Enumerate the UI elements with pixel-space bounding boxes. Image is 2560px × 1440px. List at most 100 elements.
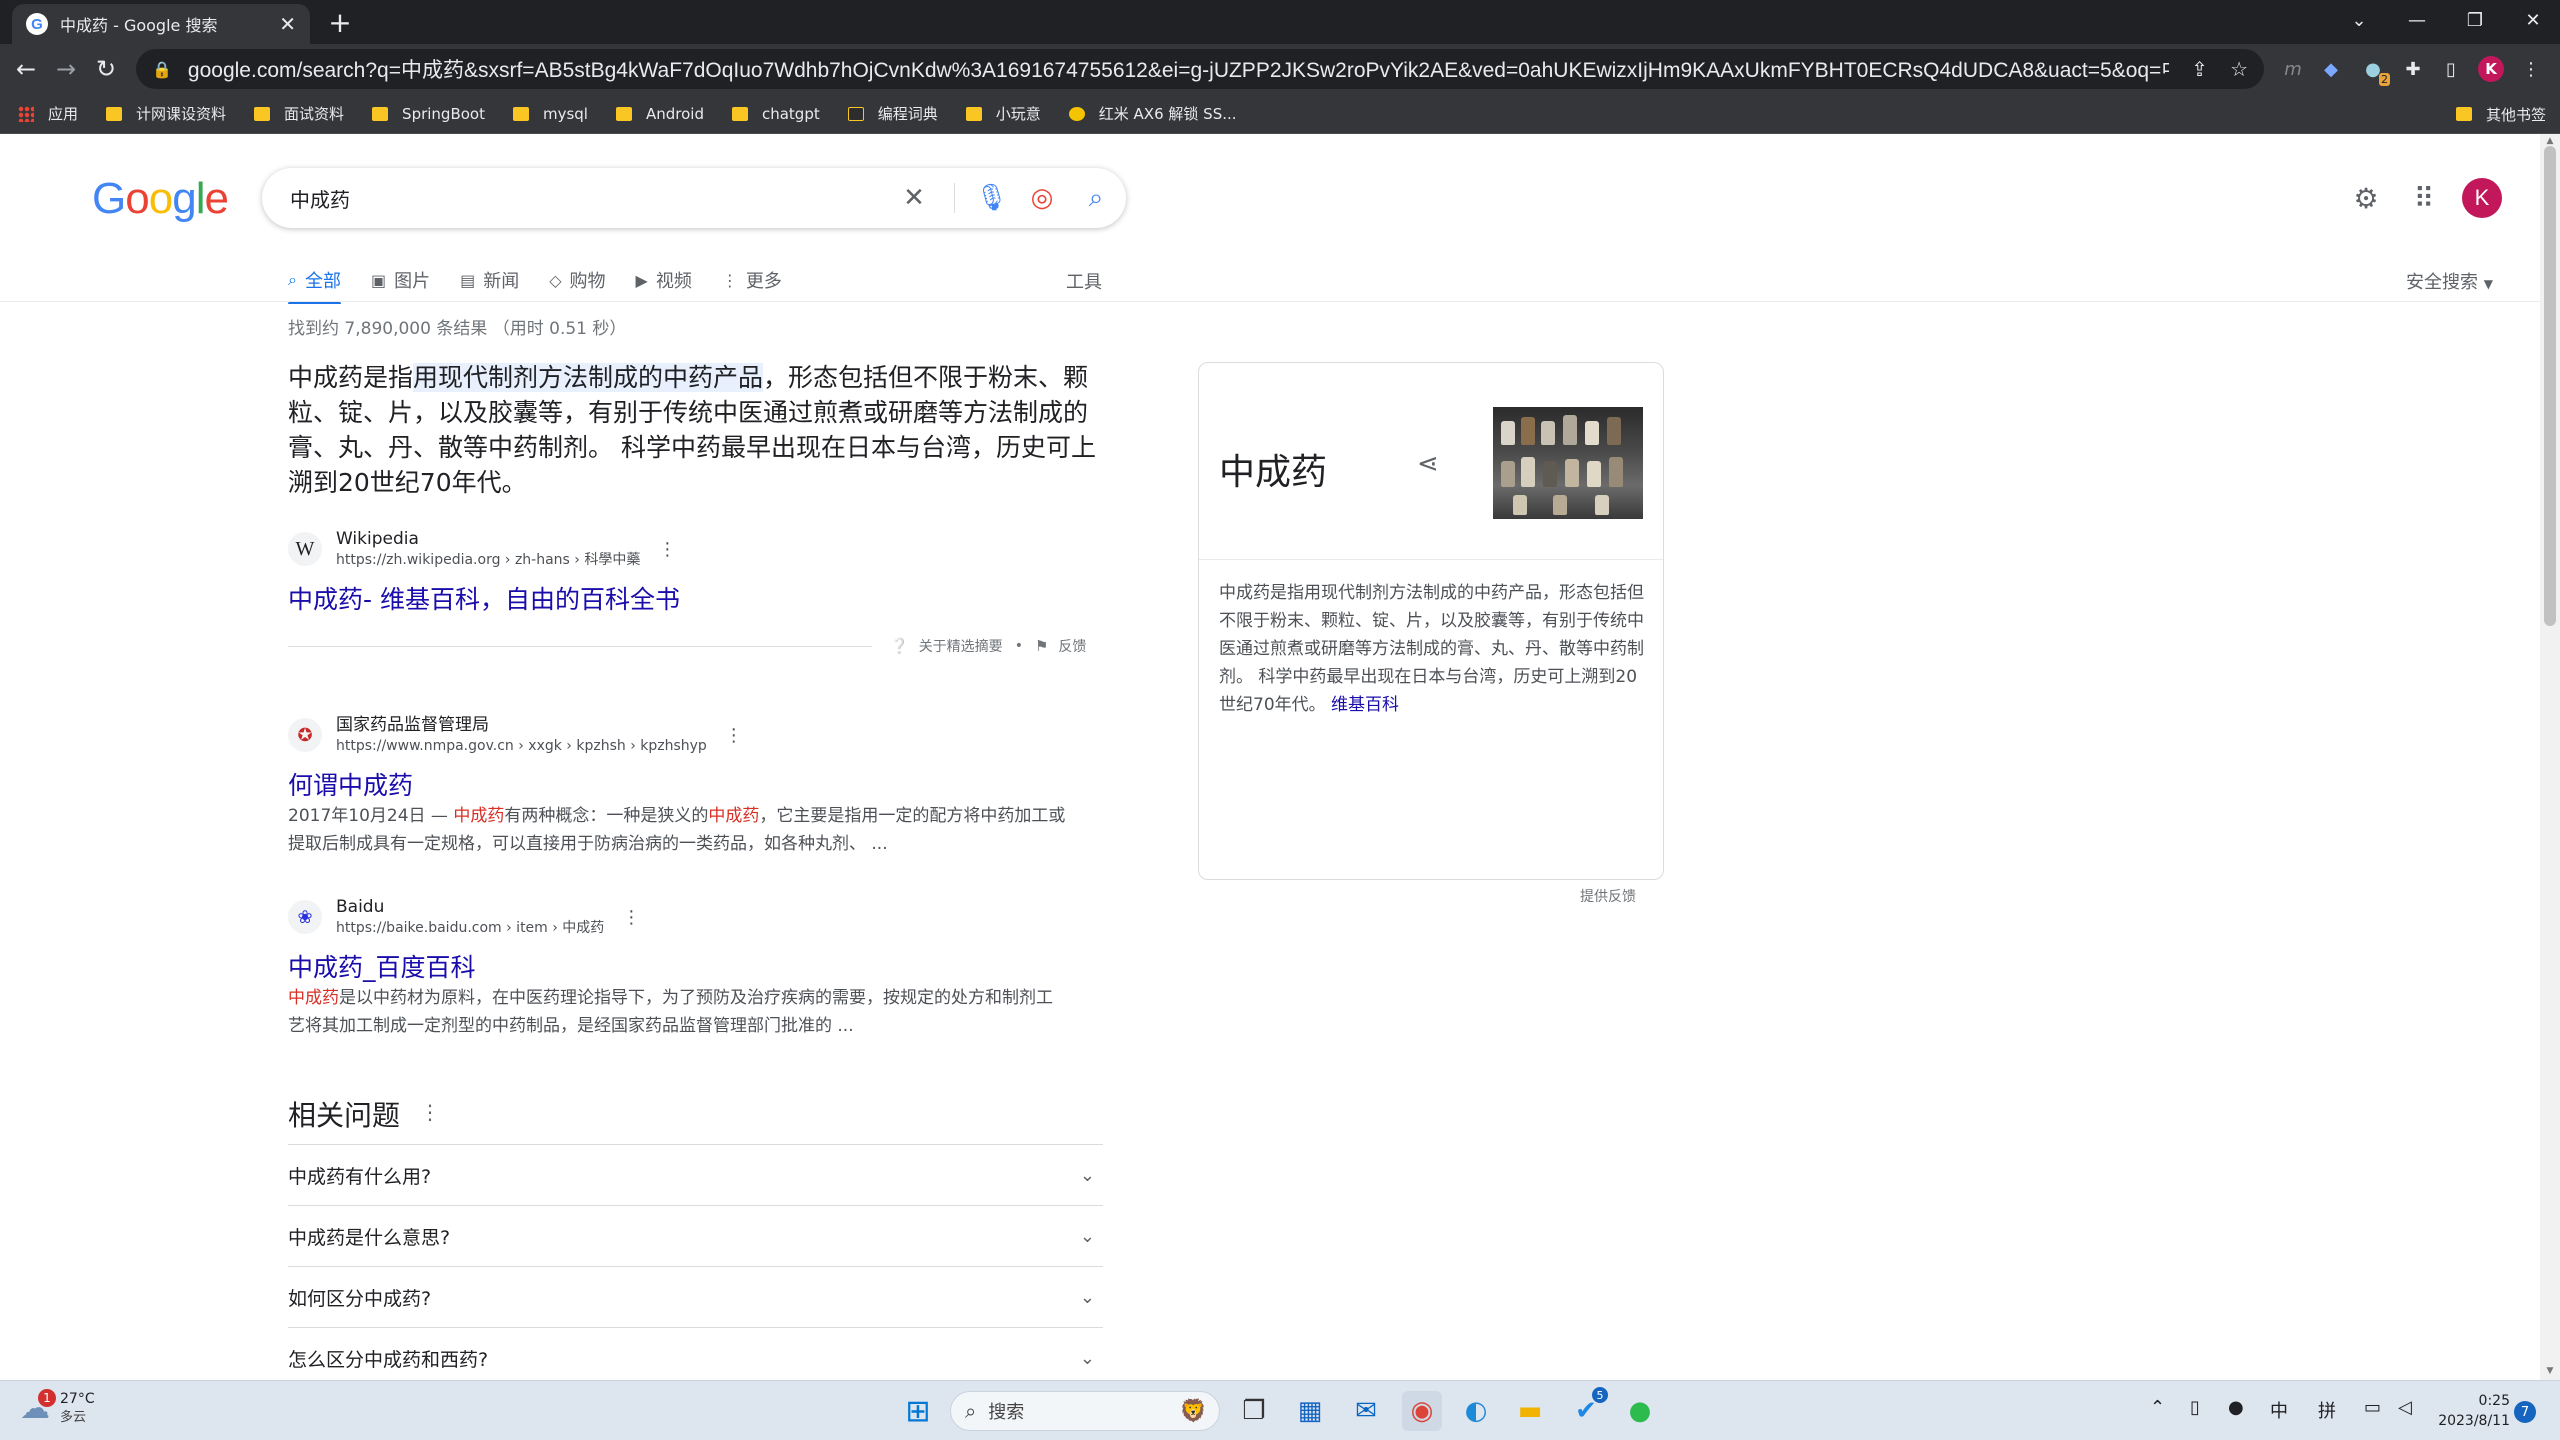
extension-shield-icon[interactable]: ◆ [2318, 56, 2344, 82]
wechat-icon[interactable]: ● [1620, 1391, 1660, 1431]
browser-menu-icon[interactable]: ⋮ [2518, 56, 2544, 82]
scroll-down-icon[interactable]: ▼ [2540, 1366, 2560, 1378]
edge-icon[interactable]: ◐ [1456, 1391, 1496, 1431]
network-icon[interactable]: ▭ [2364, 1397, 2381, 1418]
clear-icon[interactable]: ✕ [900, 183, 928, 213]
scrollbar-thumb[interactable] [2544, 146, 2556, 626]
google-apps-icon[interactable]: ⠿ [2404, 178, 2444, 218]
search-icon[interactable]: ⌕ [1082, 183, 1110, 214]
google-logo[interactable]: Google [92, 174, 229, 224]
store-icon[interactable]: ▦ [1290, 1391, 1330, 1431]
profile-avatar[interactable]: K [2478, 56, 2504, 82]
minimize-icon[interactable]: — [2388, 0, 2446, 40]
bookmark-folder[interactable]: chatgpt [731, 105, 820, 123]
lens-icon[interactable]: ◎ [1028, 183, 1056, 213]
extensions-puzzle-icon[interactable]: ✚ [2400, 56, 2426, 82]
extension-translate-icon[interactable]: ● 2 [2360, 56, 2390, 86]
tab-close-icon[interactable]: ✕ [279, 12, 296, 36]
bookmark-folder[interactable]: SpringBoot [372, 105, 485, 123]
file-explorer-icon[interactable]: ▬ [1510, 1391, 1550, 1431]
related-question[interactable]: 如何区分中成药? ⌄ [288, 1266, 1103, 1327]
lock-icon[interactable]: 🔒 [152, 60, 172, 79]
new-tab-button[interactable]: + [322, 4, 358, 40]
tray-overflow-icon[interactable]: ⌃ [2150, 1397, 2165, 1418]
tab-shopping[interactable]: ◇ 购物 [549, 260, 605, 300]
baidu-paw-icon: ❀ [288, 900, 322, 934]
forward-icon[interactable]: → [48, 51, 84, 87]
related-question[interactable]: 中成药有什么用? ⌄ [288, 1144, 1103, 1205]
restore-icon[interactable]: ❐ [2446, 0, 2504, 40]
bookmark-apps[interactable]: 应用 [18, 103, 78, 124]
result-title-link[interactable]: 中成药_百度百科 [288, 948, 476, 984]
volume-icon[interactable]: ◁ [2398, 1397, 2412, 1418]
tab-search-icon[interactable]: ⌄ [2330, 0, 2388, 40]
url-text[interactable]: google.com/search?q=中成药&sxsrf=AB5stBg4kW… [188, 54, 2169, 84]
snippet-source[interactable]: W Wikipedia https://zh.wikipedia.org › z… [288, 528, 676, 570]
chrome-icon[interactable]: ◉ [1402, 1391, 1442, 1431]
user-tray-icon[interactable]: ● [2228, 1397, 2244, 1418]
bookmark-folder[interactable]: 面试资料 [254, 103, 344, 124]
bookmark-star-icon[interactable]: ☆ [2230, 57, 2248, 81]
related-question[interactable]: 中成药是什么意思? ⌄ [288, 1205, 1103, 1266]
more-vert-icon[interactable]: ⋮ [622, 907, 640, 928]
panel-feedback-link[interactable]: 提供反馈 [1580, 886, 1636, 906]
wikipedia-link[interactable]: 维基百科 [1331, 695, 1399, 715]
page-scrollbar[interactable]: ▲ ▼ [2540, 134, 2560, 1380]
related-question[interactable]: 怎么区分中成药和西药? ⌄ [288, 1327, 1103, 1380]
tab-news[interactable]: ▤ 新闻 [460, 260, 519, 300]
bookmark-folder[interactable]: 计网课设资料 [106, 103, 226, 124]
system-clock[interactable]: 0:25 2023/8/11 [2436, 1391, 2510, 1431]
notification-badge[interactable]: 7 [2514, 1401, 2536, 1423]
chevron-down-icon: ⌄ [1079, 1347, 1095, 1369]
back-icon[interactable]: ← [8, 51, 44, 87]
search-input[interactable]: 中成药 [290, 184, 874, 213]
bookmark-folder[interactable]: Android [615, 105, 704, 123]
tab-images[interactable]: ▣ 图片 [371, 260, 430, 300]
bookmark-folder[interactable]: mysql [512, 105, 588, 123]
feedback-link[interactable]: 反馈 [1058, 636, 1086, 656]
address-bar[interactable]: 🔒 google.com/search?q=中成药&sxsrf=AB5stBg4… [136, 49, 2264, 89]
search-box[interactable]: 中成药 ✕ 🎙 ◎ ⌕ [262, 168, 1126, 228]
snippet-highlight: 用现代制剂方法制成的中药产品 [413, 363, 764, 392]
result-title-link[interactable]: 何谓中成药 [288, 766, 413, 802]
lion-illustration-icon: 🦁 [1179, 1398, 1207, 1424]
close-window-icon[interactable]: ✕ [2504, 0, 2560, 40]
todo-icon[interactable]: ✔ 5 [1566, 1387, 1608, 1431]
taskbar-search[interactable]: ⌕ 搜索 🦁 [950, 1391, 1220, 1431]
bookmark-folder[interactable]: 小玩意 [965, 103, 1041, 124]
more-vert-icon[interactable]: ⋮ [420, 1100, 440, 1124]
more-vert-icon[interactable]: ⋮ [658, 539, 676, 560]
usb-icon[interactable]: ▯ [2190, 1397, 2200, 1418]
account-avatar[interactable]: K [2462, 178, 2502, 218]
browser-tab[interactable]: G 中成药 - Google 搜索 ✕ [12, 4, 310, 44]
reload-icon[interactable]: ↻ [88, 51, 124, 87]
other-bookmarks[interactable]: 其他书签 [2455, 94, 2546, 134]
safesearch-button[interactable]: 安全搜索 ▼ [2406, 268, 2493, 294]
extension-m-icon[interactable]: m [2280, 56, 2306, 82]
about-snippets-link[interactable]: 关于精选摘要 [919, 636, 1003, 656]
bookmark-link[interactable]: 红米 AX6 解锁 SS... [1068, 103, 1237, 124]
more-vert-icon[interactable]: ⋮ [725, 725, 743, 746]
jar-shape [1541, 421, 1555, 445]
tab-videos[interactable]: ▶ 视频 [636, 260, 692, 300]
tab-all[interactable]: ⌕ 全部 [288, 260, 341, 304]
task-view-icon[interactable]: ❐ [1234, 1391, 1274, 1431]
ime-mode[interactable]: 拼 [2318, 1397, 2336, 1423]
result-source[interactable]: ✪ 国家药品监督管理局 https://www.nmpa.gov.cn › xx… [288, 714, 743, 756]
windows-start-icon[interactable]: ⊞ [898, 1391, 938, 1431]
weather-widget[interactable]: ☁ 1 27°C 多云 [20, 1388, 95, 1427]
bookmark-link[interactable]: 编程词典 [847, 103, 938, 124]
ime-language[interactable]: 中 [2270, 1397, 2288, 1423]
share-icon[interactable]: ⋖ [1417, 449, 1439, 479]
share-icon[interactable]: ⇪ [2191, 57, 2208, 81]
bookmarks-bar: 应用 计网课设资料 面试资料 SpringBoot mysql Android … [0, 94, 2560, 134]
medicine-jars-image[interactable] [1493, 407, 1643, 519]
side-panel-icon[interactable]: ▯ [2438, 56, 2464, 82]
microphone-icon[interactable]: 🎙 [954, 183, 1008, 213]
tab-more[interactable]: ⋮ 更多 [722, 260, 782, 300]
mail-icon[interactable]: ✉ [1346, 1391, 1386, 1431]
settings-gear-icon[interactable]: ⚙ [2346, 178, 2386, 218]
result-source[interactable]: ❀ Baidu https://baike.baidu.com › item ›… [288, 896, 640, 938]
result-title-link[interactable]: 中成药- 维基百科，自由的百科全书 [288, 580, 680, 616]
tools-button[interactable]: 工具 [1066, 268, 1102, 294]
